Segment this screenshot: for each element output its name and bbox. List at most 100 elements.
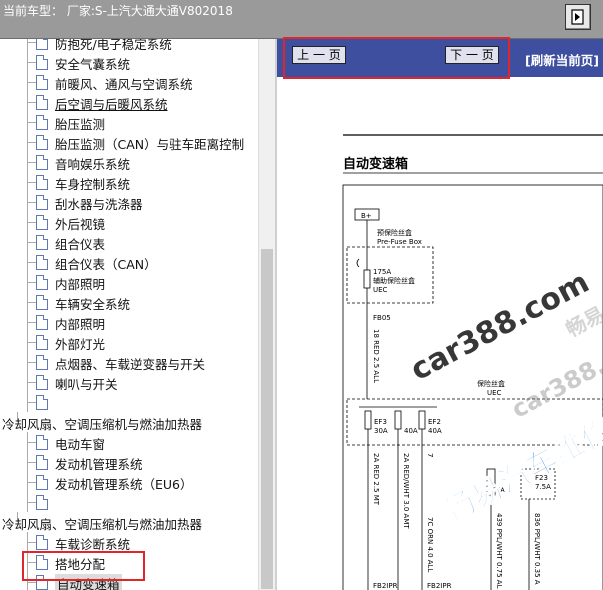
uec2-label: UEC: [487, 389, 502, 397]
tree-branch-line: [27, 442, 36, 443]
tree-branch-line: [27, 82, 36, 83]
tree-item[interactable]: 外后视镜: [0, 212, 257, 232]
tree-branch-line: [27, 142, 36, 143]
tree-item[interactable]: 后空调与后暖风系统: [0, 92, 257, 112]
tree-item[interactable]: 喇叭与开关: [0, 372, 257, 392]
tree-scrollbar[interactable]: [258, 39, 275, 590]
tree-item[interactable]: [0, 492, 257, 512]
tree-item[interactable]: 发动机管理系统（EU6）: [0, 472, 257, 492]
tree-item-label: 电动车窗: [55, 437, 106, 452]
b-plus-label: B+: [361, 212, 372, 220]
tree-branch-line: [27, 462, 36, 463]
tree-scrollbar-thumb[interactable]: [261, 249, 273, 589]
tree-item-label: 安全气囊系统: [55, 57, 131, 72]
tree-item-label: 后空调与后暖风系统: [55, 97, 168, 112]
tree-item[interactable]: 车身控制系统: [0, 172, 257, 192]
tree-item-label: 内部照明: [55, 277, 106, 292]
tree-item[interactable]: 组合仪表: [0, 232, 257, 252]
fuse-175a-symbol: [363, 269, 371, 289]
tree-connector-line: [27, 39, 28, 52]
document-icon: [36, 175, 48, 190]
tree-item-label: 外后视镜: [55, 217, 106, 232]
fuse-ef2-symbol: [418, 410, 426, 430]
document-icon: [36, 135, 48, 150]
tree-branch-line: [27, 202, 36, 203]
catalog-tree: 防抱死/电子稳定系统 安全气囊系统 前暖风、通风与空调系统 后空调与后暖风系统 胎压监测…: [0, 39, 257, 590]
tree-branch-line: [27, 62, 36, 63]
document-icon: [36, 495, 48, 510]
exit-button[interactable]: [565, 4, 591, 30]
refresh-page-link[interactable]: [刷新当前页]: [525, 50, 599, 69]
tree-item[interactable]: 胎压监测: [0, 112, 257, 132]
tree-branch-line: [27, 402, 36, 403]
tree-item-label: 胎压监测（CAN）与驻车距离控制: [55, 137, 245, 152]
document-icon: [36, 335, 48, 350]
tree-item[interactable]: 安全气囊系统: [0, 52, 257, 72]
tree-item[interactable]: 前暖风、通风与空调系统: [0, 72, 257, 92]
tree-branch-line: [27, 282, 36, 283]
tree-item-label: 组合仪表（CAN）: [55, 257, 157, 272]
fb05-label: FB05: [373, 314, 391, 322]
wire-18-label: 18 RED 2.5 ALL: [372, 329, 380, 383]
tree-item[interactable]: 内部照明: [0, 272, 257, 292]
tree-item[interactable]: 冷却风扇、空调压缩机与燃油加热器: [0, 512, 257, 532]
tree-branch-line: [27, 182, 36, 183]
wire-439-label: 439 PPL/WHT 0.75 AL: [495, 513, 503, 589]
wire-7c-label: 7C ORN 4.0 ALL: [426, 517, 434, 572]
tree-item-label: 刮水器与洗涤器: [55, 197, 143, 212]
tree-item[interactable]: [0, 392, 257, 412]
prefuse-en-label: Pre-Fuse Box: [377, 238, 422, 246]
fuse-ef3-value: 30A: [374, 427, 388, 435]
tree-item-label: 喇叭与开关: [55, 377, 118, 392]
tree-branch-line: [27, 482, 36, 483]
tree-branch-line: [27, 302, 36, 303]
document-viewer: 自动变速箱 B+ 预保险丝盒 Pre-Fuse Box 175A 辅助保险丝盒 …: [277, 77, 603, 590]
document-icon: [36, 535, 48, 550]
tree-item[interactable]: 音响娱乐系统: [0, 152, 257, 172]
tree-item[interactable]: 胎压监测（CAN）与驻车距离控制: [0, 132, 257, 152]
tree-item[interactable]: 组合仪表（CAN）: [0, 252, 257, 272]
wire-2a-redwht-label: 2A RED/WHT 3.0 AMT: [402, 453, 410, 529]
document-icon: [36, 315, 48, 330]
tree-item[interactable]: 外部灯光: [0, 332, 257, 352]
tree-branch-line: [27, 162, 36, 163]
tree-item[interactable]: 电动车窗: [0, 432, 257, 452]
tree-item[interactable]: 发动机管理系统: [0, 452, 257, 472]
document-icon: [36, 475, 48, 490]
tree-item[interactable]: 冷却风扇、空调压缩机与燃油加热器: [0, 412, 257, 432]
fuse-ef2-value: 40A: [428, 427, 442, 435]
fuse-ef2-label: EF2: [428, 418, 441, 426]
document-icon: [36, 115, 48, 130]
tree-branch-line: [27, 262, 36, 263]
document-icon: [36, 235, 48, 250]
tree-item-label: 防抱死/电子稳定系统: [55, 39, 172, 52]
nav-highlight-box: [283, 37, 510, 79]
tree-item-label: 发动机管理系统（EU6）: [55, 477, 193, 492]
fuse-ef-mid-value: 40A: [404, 427, 418, 435]
tree-branch-line: [27, 502, 36, 503]
tree-item-label: 发动机管理系统: [55, 457, 143, 472]
document-icon: [36, 55, 48, 70]
tree-item-label: 车辆安全系统: [55, 297, 131, 312]
tree-item-label: 组合仪表: [55, 237, 106, 252]
tree-item[interactable]: 内部照明: [0, 312, 257, 332]
tree-item[interactable]: 点烟器、车载逆变器与开关: [0, 352, 257, 372]
tree-branch-line: [27, 542, 36, 543]
wire-836-label: 836 PPL/WHT 0.35 A: [533, 513, 541, 585]
tree-item[interactable]: 车辆安全系统: [0, 292, 257, 312]
tree-item-label: 内部照明: [55, 317, 106, 332]
document-icon: [36, 275, 48, 290]
tree-item[interactable]: 车载诊断系统: [0, 532, 257, 552]
tree-item-label: 外部灯光: [55, 337, 106, 352]
document-icon: [36, 75, 48, 90]
document-icon: [36, 95, 48, 110]
tree-branch-line: [27, 582, 36, 583]
tree-branch-line: [27, 222, 36, 223]
document-icon: [36, 195, 48, 210]
tree-item[interactable]: 防抱死/电子稳定系统: [0, 39, 257, 52]
exit-arrow-icon: [571, 9, 584, 25]
prefuse-cn-label: 预保险丝盒: [377, 228, 412, 237]
tree-item[interactable]: 刮水器与洗涤器: [0, 192, 257, 212]
document-icon: [36, 295, 48, 310]
document-icon: [36, 435, 48, 450]
